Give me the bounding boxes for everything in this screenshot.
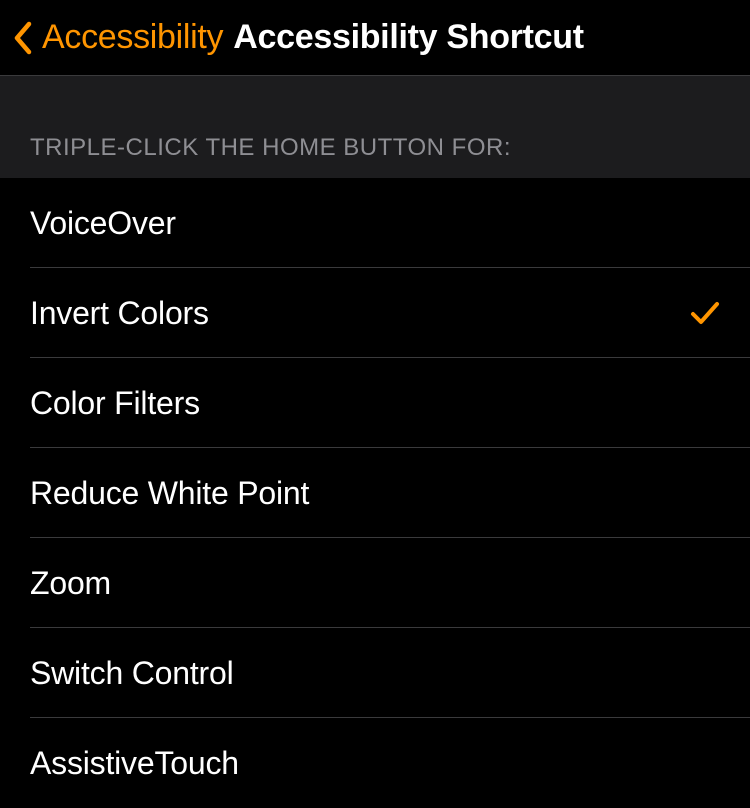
list-item-label: Zoom xyxy=(30,565,111,602)
page-title: Accessibility Shortcut xyxy=(233,18,584,57)
list-item-label: Switch Control xyxy=(30,655,234,692)
option-switch-control[interactable]: Switch Control xyxy=(0,628,750,718)
list-item-label: Invert Colors xyxy=(30,295,209,332)
back-label: Accessibility xyxy=(42,18,223,57)
back-button[interactable]: Accessibility xyxy=(12,18,223,57)
option-reduce-white-point[interactable]: Reduce White Point xyxy=(0,448,750,538)
list-item-label: VoiceOver xyxy=(30,205,176,242)
options-list: VoiceOver Invert Colors Color Filters Re… xyxy=(0,178,750,808)
section-header: TRIPLE-CLICK THE HOME BUTTON FOR: xyxy=(0,76,750,178)
list-item-label: AssistiveTouch xyxy=(30,745,239,782)
content: TRIPLE-CLICK THE HOME BUTTON FOR: VoiceO… xyxy=(0,76,750,808)
navigation-bar: Accessibility Accessibility Shortcut xyxy=(0,0,750,76)
option-assistivetouch[interactable]: AssistiveTouch xyxy=(0,718,750,808)
chevron-left-icon xyxy=(12,20,34,56)
list-item-label: Reduce White Point xyxy=(30,475,309,512)
option-zoom[interactable]: Zoom xyxy=(0,538,750,628)
list-item-label: Color Filters xyxy=(30,385,200,422)
checkmark-icon xyxy=(690,300,720,326)
option-voiceover[interactable]: VoiceOver xyxy=(0,178,750,268)
option-color-filters[interactable]: Color Filters xyxy=(0,358,750,448)
option-invert-colors[interactable]: Invert Colors xyxy=(0,268,750,358)
